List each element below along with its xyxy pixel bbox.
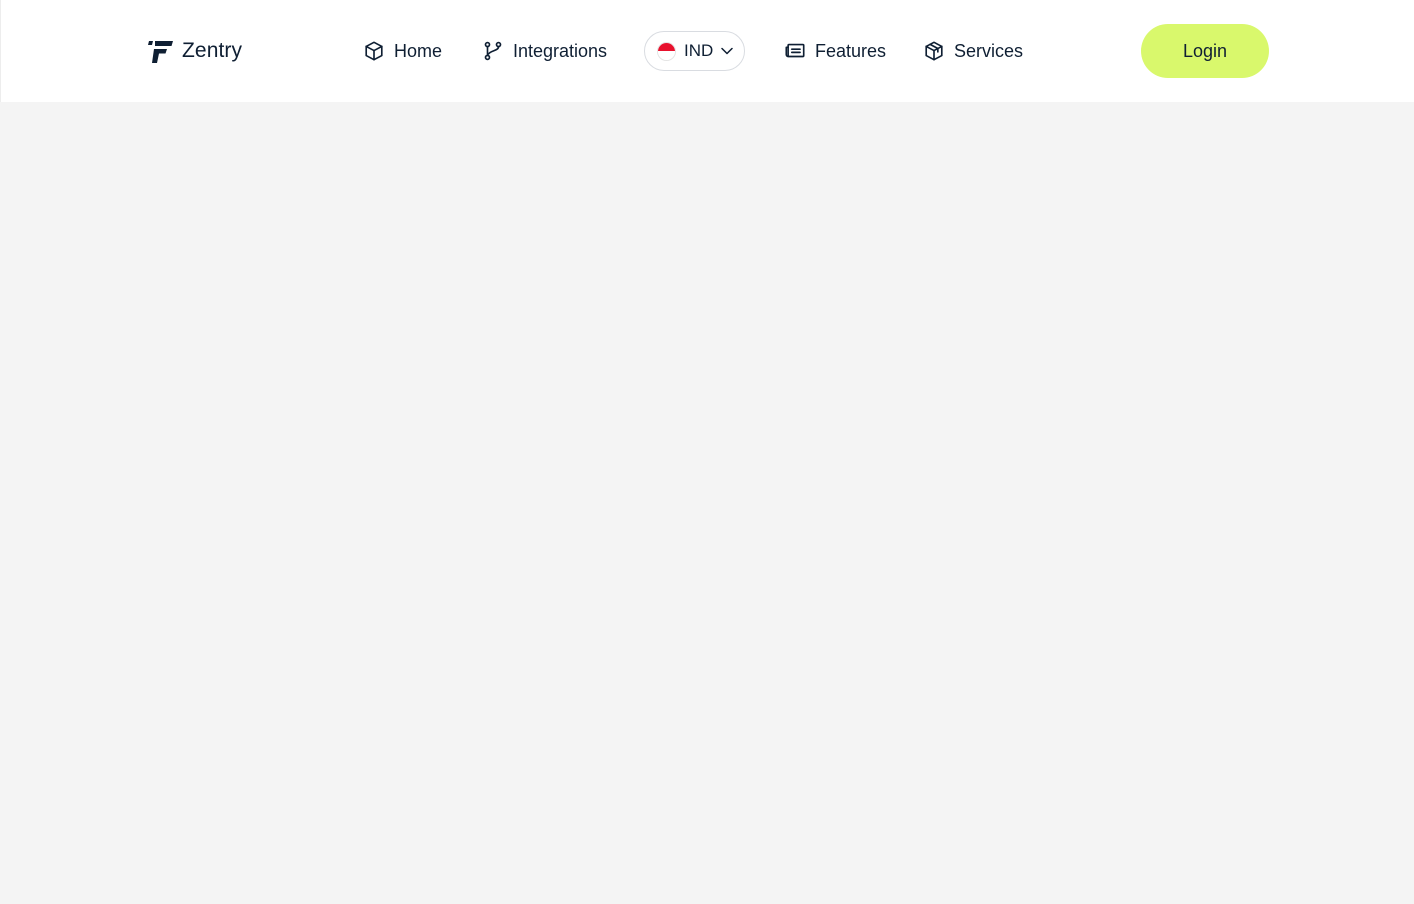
- language-select[interactable]: IND: [644, 31, 745, 71]
- nav-item-integrations[interactable]: Integrations: [482, 37, 607, 65]
- nav-item-label: Home: [394, 40, 443, 61]
- indonesia-flag-icon: [657, 41, 676, 61]
- page-content-area: [0, 102, 1414, 904]
- package-icon: [923, 40, 945, 62]
- nav-item-label: Features: [815, 40, 887, 61]
- top-navbar: Zentry Home Integrations IND Features Se…: [0, 0, 1414, 102]
- git-branch-icon: [482, 40, 504, 62]
- nav-item-features[interactable]: Features: [784, 37, 886, 65]
- nav-item-home[interactable]: Home: [363, 37, 442, 65]
- newspaper-icon: [784, 40, 806, 62]
- language-selected-value: IND: [684, 41, 714, 60]
- chevron-down-icon: [721, 47, 734, 55]
- login-button[interactable]: Login: [1141, 24, 1269, 78]
- zentry-logo-icon: [148, 39, 174, 63]
- nav-item-label: Services: [954, 40, 1024, 61]
- brand-logo-link[interactable]: Zentry: [148, 37, 242, 65]
- brand-name: Zentry: [182, 39, 243, 62]
- nav-item-services[interactable]: Services: [923, 37, 1023, 65]
- cube-icon: [363, 40, 385, 62]
- nav-item-label: Integrations: [513, 40, 608, 61]
